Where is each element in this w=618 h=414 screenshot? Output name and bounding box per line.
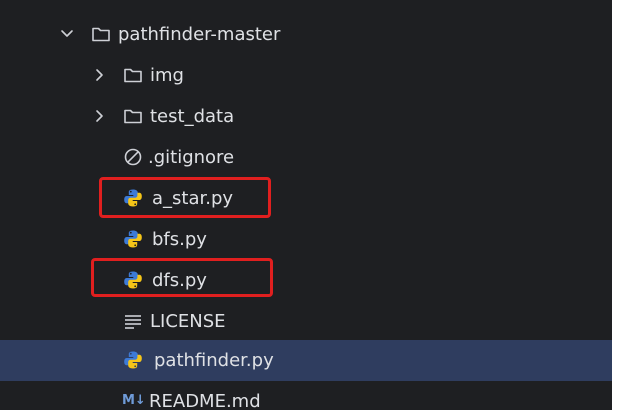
python-icon	[124, 351, 142, 369]
tree-item-label: pathfinder-master	[118, 24, 281, 45]
tree-item-bfs-py[interactable]: bfs.py	[0, 219, 612, 260]
tree-item-img[interactable]: img	[0, 55, 612, 96]
tree-item-readme-md[interactable]: M↓ README.md	[0, 381, 612, 410]
markdown-icon: M↓	[122, 393, 146, 408]
ignore-icon	[124, 148, 142, 166]
tree-item-a-star-py[interactable]: a_star.py	[0, 178, 612, 219]
folder-icon	[124, 109, 142, 124]
project-tree-panel: pathfinder-master img test_data .gitigno…	[0, 0, 612, 410]
highlight-box-a-star-py	[99, 177, 271, 218]
tree-item-gitignore[interactable]: .gitignore	[0, 137, 612, 178]
folder-icon	[92, 27, 110, 42]
tree-item-license[interactable]: LICENSE	[0, 301, 612, 342]
tree-item-label: README.md	[149, 391, 261, 410]
tree-item-pathfinder-py[interactable]: pathfinder.py	[0, 340, 612, 381]
tree-item-label: test_data	[150, 106, 235, 127]
tree-item-test-data[interactable]: test_data	[0, 96, 612, 137]
python-icon	[124, 230, 142, 248]
chevron-down-icon[interactable]	[58, 23, 76, 45]
tree-item-label: pathfinder.py	[154, 350, 274, 371]
highlight-box-dfs-py	[91, 258, 273, 297]
tree-item-label: img	[150, 65, 184, 86]
tree-item-label: LICENSE	[150, 311, 226, 332]
tree-item-label: .gitignore	[148, 147, 235, 168]
chevron-right-icon[interactable]	[91, 64, 109, 86]
tree-item-label: bfs.py	[152, 229, 207, 250]
folder-icon	[124, 68, 142, 83]
text-lines-icon	[125, 315, 141, 329]
chevron-right-icon[interactable]	[91, 105, 109, 127]
tree-item-pathfinder-master[interactable]: pathfinder-master	[0, 14, 612, 55]
